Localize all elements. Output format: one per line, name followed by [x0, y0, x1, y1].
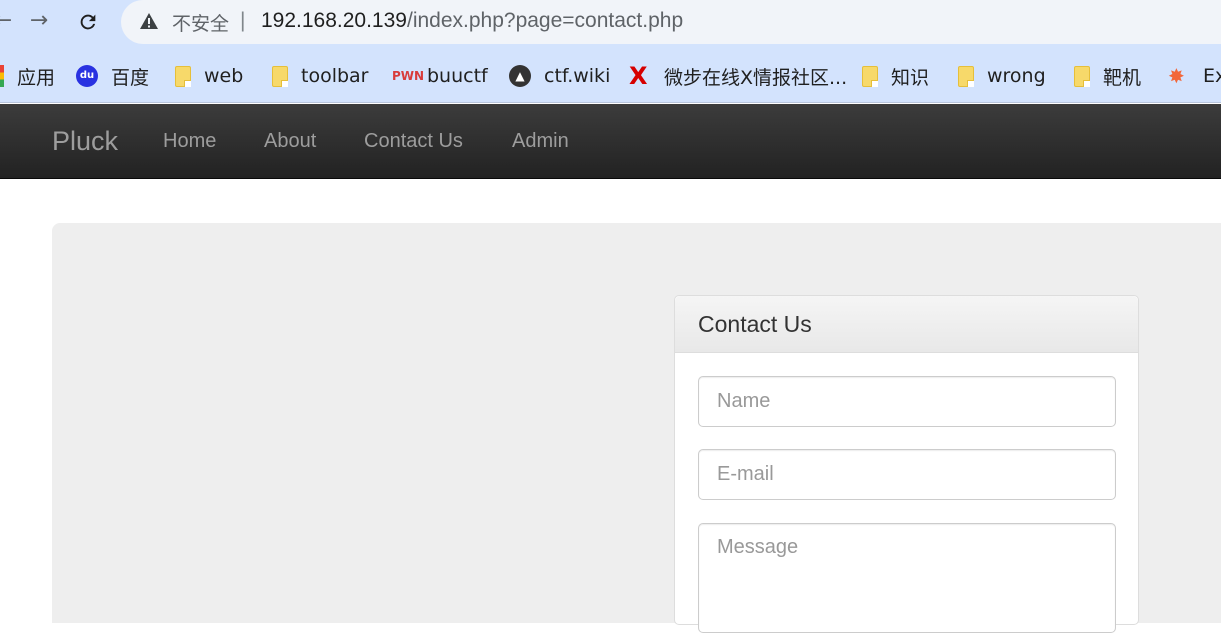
bookmark-ctfwiki[interactable]: ▲ ctf.wiki [509, 56, 610, 96]
folder-icon [1074, 65, 1090, 87]
browser-chrome: ← → 不安全 | 192.168.20.139/index.php?page=… [0, 0, 1221, 103]
burst-icon: ✸ [1168, 64, 1185, 88]
contact-panel: Contact Us [674, 295, 1139, 633]
folder-icon [272, 65, 288, 87]
buuctf-icon: PWN [392, 69, 425, 83]
bookmark-web[interactable]: web [175, 56, 243, 96]
address-bar[interactable]: 不安全 | 192.168.20.139/index.php?page=cont… [121, 0, 1221, 44]
bookmark-knowledge[interactable]: 知识 [862, 56, 929, 96]
baidu-icon: du [76, 65, 98, 87]
nav-contact[interactable]: Contact Us [364, 130, 463, 153]
folder-icon [862, 65, 878, 87]
separator: | [240, 9, 246, 32]
email-input[interactable] [698, 449, 1116, 500]
site-navbar: Pluck Home About Contact Us Admin [0, 104, 1221, 179]
nav-admin[interactable]: Admin [512, 130, 569, 153]
bookmark-wrong[interactable]: wrong [958, 56, 1046, 96]
bookmark-threatbook[interactable]: X 微步在线X情报社区... [629, 56, 847, 96]
threatbook-icon: X [629, 62, 648, 90]
back-arrow-icon[interactable]: ← [0, 4, 20, 38]
folder-icon [958, 65, 974, 87]
name-input[interactable] [698, 376, 1116, 427]
forward-arrow-icon[interactable]: → [22, 4, 56, 38]
warning-icon[interactable] [139, 12, 159, 35]
bookmark-ex[interactable]: ✸ Ex [1168, 56, 1221, 96]
message-input[interactable] [698, 523, 1116, 633]
url-text[interactable]: 192.168.20.139/index.php?page=contact.ph… [261, 9, 683, 33]
security-label[interactable]: 不安全 [172, 9, 229, 36]
nav-home[interactable]: Home [163, 130, 216, 153]
bookmark-toolbar[interactable]: toolbar [272, 56, 369, 96]
folder-icon [175, 65, 191, 87]
apps-icon [0, 65, 4, 87]
bookmark-buuctf[interactable]: PWN buuctf [392, 56, 488, 96]
bookmark-target[interactable]: 靶机 [1074, 56, 1141, 96]
brand-link[interactable]: Pluck [52, 126, 118, 157]
bookmark-baidu[interactable]: du 百度 [76, 56, 149, 96]
nav-about[interactable]: About [264, 130, 316, 153]
bookmarks-bar: 应用 du 百度 web toolbar PWN buuctf ▲ ctf.wi… [0, 56, 1221, 96]
ctfwiki-icon: ▲ [509, 65, 531, 87]
reload-icon[interactable] [71, 4, 105, 38]
bookmark-apps[interactable]: 应用 [0, 56, 55, 96]
contact-panel-title: Contact Us [675, 296, 1138, 353]
